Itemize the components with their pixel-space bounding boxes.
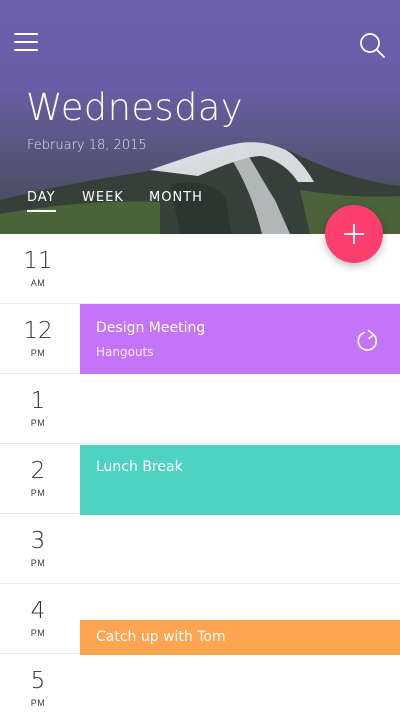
period-label: PM	[30, 628, 46, 638]
hour-label: 1	[30, 388, 46, 414]
period-label: PM	[30, 698, 46, 708]
add-event-button[interactable]	[325, 205, 383, 263]
event-title: Lunch Break	[96, 459, 183, 475]
hour-label: 2	[30, 458, 46, 484]
period-label: PM	[30, 418, 46, 428]
hour-slot[interactable]: 5 PM	[0, 654, 400, 712]
event-title: Design Meeting	[96, 320, 206, 336]
tab-day[interactable]: DAY	[27, 190, 56, 212]
repeat-icon[interactable]	[356, 329, 380, 353]
date-subtitle: February 18, 2015	[27, 138, 147, 153]
period-label: PM	[30, 488, 46, 498]
hour-slot[interactable]: 3 PM	[0, 514, 400, 584]
period-label: PM	[30, 348, 46, 358]
header: Wednesday February 18, 2015 DAY WEEK MON…	[0, 0, 400, 234]
menu-icon	[14, 33, 38, 35]
event-lunch-break[interactable]: Lunch Break	[80, 445, 400, 515]
event-title: Catch up with Tom	[96, 629, 226, 645]
day-title: Wednesday	[26, 86, 243, 129]
hour-slot[interactable]: 1 PM	[0, 374, 400, 444]
hour-label: 11	[23, 248, 53, 274]
search-button[interactable]	[358, 32, 386, 58]
hour-label: 12	[23, 318, 53, 344]
period-label: PM	[30, 558, 46, 568]
plus-icon	[344, 224, 364, 244]
event-design-meeting[interactable]: Design Meeting Hangouts	[80, 304, 400, 374]
menu-button[interactable]	[14, 32, 38, 52]
period-label: AM	[30, 278, 46, 288]
hour-label: 5	[30, 668, 46, 694]
hour-label: 4	[30, 598, 46, 624]
tab-week[interactable]: WEEK	[82, 190, 124, 205]
hour-label: 3	[30, 528, 46, 554]
event-catch-up-with-tom[interactable]: Catch up with Tom	[80, 620, 400, 655]
search-icon	[360, 33, 385, 58]
event-location: Hangouts	[96, 345, 154, 359]
tab-month[interactable]: MONTH	[149, 190, 203, 205]
